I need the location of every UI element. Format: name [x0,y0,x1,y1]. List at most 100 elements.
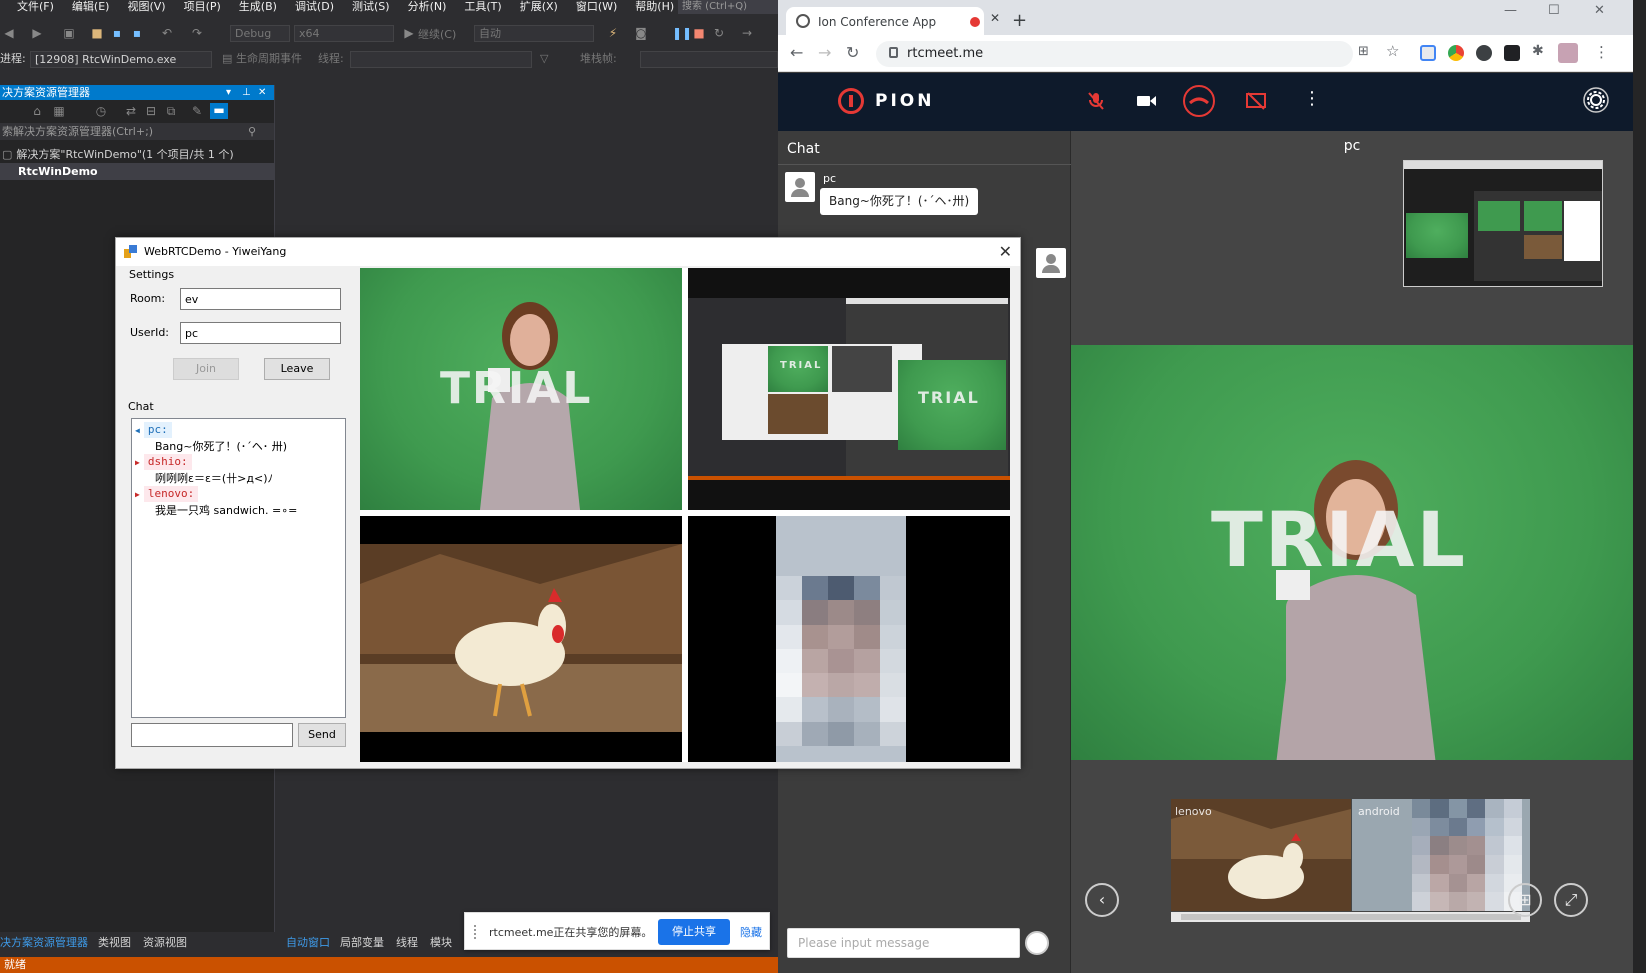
video-tile-android[interactable] [688,516,1010,762]
collapse-icon[interactable]: ⊟ [144,104,158,118]
menu-debug[interactable]: 调试(D) [286,0,343,14]
thumbnail-android[interactable]: android [1352,799,1530,911]
thumbnail-lenovo[interactable]: lenovo [1171,799,1351,911]
chrome-extension-icon[interactable] [1448,45,1464,61]
tab-resource-view[interactable]: 资源视图 [143,934,187,950]
close-icon[interactable]: ✕ [999,238,1012,266]
tab-locals[interactable]: 局部变量 [340,934,384,950]
open-folder-icon[interactable]: ■ [90,26,104,40]
send-button[interactable]: Send [298,723,346,747]
config-dropdown[interactable]: Debug [230,25,290,42]
process-dropdown[interactable]: [12908] RtcWinDemo.exe [30,51,212,68]
bookmark-star-icon[interactable]: ☆ [1386,42,1399,60]
menu-tools[interactable]: 工具(T) [455,0,510,14]
video-tile-screen-share[interactable]: TRIAL TRIAL [688,268,1010,510]
forward-icon[interactable]: ▶ [30,26,44,40]
fullscreen-icon[interactable]: ⤢ [1554,883,1588,917]
download-extension-icon[interactable] [1476,45,1492,61]
tree-project[interactable]: RtcWinDemo [0,163,274,180]
search-icon[interactable]: ⚲ [248,123,256,140]
extension-3-icon[interactable] [1504,45,1520,61]
menu-analyze[interactable]: 分析(N) [399,0,456,14]
room-input[interactable] [180,288,341,310]
collapse-arrow-icon[interactable]: ◀ [135,426,140,435]
drag-handle-icon[interactable] [474,925,480,939]
more-options-icon[interactable]: ⋮ [1303,88,1321,109]
filter-icon[interactable]: ▽ [540,51,548,67]
translate-icon[interactable]: ⊞ [1358,44,1369,59]
menu-file[interactable]: 文件(F) [0,0,63,14]
show-all-icon[interactable]: ⧉ [164,104,178,118]
menu-help[interactable]: 帮助(H) [626,0,683,14]
add-pip-icon[interactable]: ⊞ [1508,883,1542,917]
tab-threads[interactable]: 线程 [396,934,418,950]
menu-edit[interactable]: 编辑(E) [63,0,119,14]
tab-class-view[interactable]: 类视图 [98,934,131,950]
step-icon[interactable]: → [740,26,754,40]
screen-share-preview[interactable] [1403,160,1603,287]
puzzle-icon[interactable]: ✱ [1532,43,1544,59]
tab-autos[interactable]: 自动窗口 [286,934,330,950]
back-icon[interactable]: ◀ [2,26,16,40]
menu-window[interactable]: 窗口(W) [567,0,626,14]
video-tile-lenovo[interactable] [360,516,682,762]
close-icon[interactable]: ✕ [258,85,266,100]
tab-close-icon[interactable]: ✕ [990,11,1000,25]
expand-arrow-icon[interactable]: ▶ [135,458,140,467]
lifecycle-label[interactable]: 生命周期事件 [236,51,302,67]
undo-icon[interactable]: ↶ [160,26,174,40]
menu-view[interactable]: 视图(V) [118,0,174,14]
screen-share-off-icon[interactable] [1245,90,1267,112]
scrollbar-thumb[interactable] [1181,914,1521,920]
join-button[interactable]: Join [173,358,239,380]
new-tab-icon[interactable]: + [1012,10,1027,31]
menu-project[interactable]: 项目(P) [175,0,230,14]
mic-muted-icon[interactable] [1085,90,1107,112]
hot-reload-icon[interactable]: ⚡ [606,26,620,40]
extension-1-icon[interactable] [1420,45,1436,61]
preview-icon[interactable]: ▬ [210,103,228,119]
hangup-button[interactable] [1182,84,1216,118]
omnibox[interactable]: rtcmeet.me [876,41,1353,67]
save-all-icon[interactable]: ▪ [130,26,144,40]
lifecycle-icon[interactable]: ▤ [222,51,232,67]
maximize-icon[interactable]: ☐ [1548,3,1560,18]
video-tile-local[interactable]: TRIAL [360,268,682,510]
thread-dropdown[interactable] [350,51,532,68]
menu-build[interactable]: 生成(B) [230,0,286,14]
chat-message-input[interactable]: Please input message [787,928,1020,958]
camera-icon[interactable] [1135,90,1157,112]
home-icon[interactable]: ⌂ [30,104,44,118]
pin-icon[interactable]: ⊥ [242,85,251,100]
properties-icon[interactable]: ✎ [190,104,204,118]
lock-icon[interactable] [889,47,898,58]
dropdown-icon[interactable]: ▾ [226,85,231,100]
continue-label[interactable]: 继续(C) [418,26,456,42]
hide-link[interactable]: 隐藏 [740,924,762,940]
tab-solution-explorer[interactable]: 决方案资源管理器 [0,934,88,950]
restart-icon[interactable]: ↻ [712,26,726,40]
forward-icon[interactable]: → [818,43,831,62]
pause-icon[interactable]: ❚❚ [672,26,692,40]
platform-dropdown[interactable]: x64 [294,25,394,42]
tab-ion-conference[interactable]: Ion Conference App [786,7,984,35]
vs-search-box[interactable]: 搜索 (Ctrl+Q) [678,0,778,14]
expand-arrow-icon[interactable]: ▶ [135,490,140,499]
reload-icon[interactable]: ↻ [846,43,859,62]
stop-icon[interactable]: ■ [692,26,706,40]
new-project-icon[interactable]: ▣ [62,26,76,40]
prev-arrow-icon[interactable]: ‹ [1085,883,1119,917]
chat-input[interactable] [131,723,293,747]
history-icon[interactable]: ◷ [94,104,108,118]
menu-kebab-icon[interactable]: ⋮ [1594,43,1609,61]
tree-solution-root[interactable]: ▢ 解决方案"RtcWinDemo"(1 个项目/共 1 个) [0,146,274,163]
switch-views-icon[interactable]: ▦ [52,104,66,118]
stackframe-dropdown[interactable] [640,51,778,68]
menu-extensions[interactable]: 扩展(X) [511,0,567,14]
main-video[interactable]: TRIAL [1071,345,1633,760]
tab-modules[interactable]: 模块 [430,934,452,950]
sync-icon[interactable]: ⇄ [124,104,138,118]
back-icon[interactable]: ← [790,43,803,62]
continue-icon[interactable]: ▶ [402,26,416,40]
userid-input[interactable] [180,322,341,344]
